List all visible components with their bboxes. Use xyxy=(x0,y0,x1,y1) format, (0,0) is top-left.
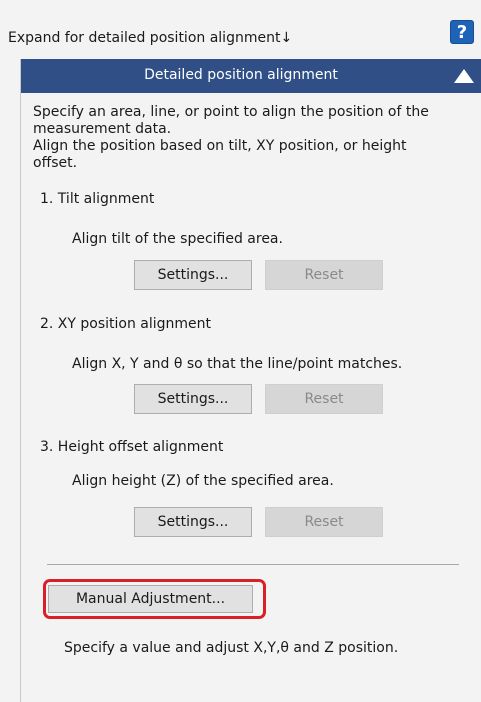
help-icon[interactable]: ? xyxy=(450,20,474,44)
description-line: Align the position based on tilt, XY pos… xyxy=(33,138,407,154)
height-offset-title: 3. Height offset alignment xyxy=(40,439,224,455)
panel-header[interactable]: Detailed position alignment xyxy=(21,59,481,93)
description-line: measurement data. xyxy=(33,121,172,137)
panel-title: Detailed position alignment xyxy=(144,67,338,83)
xy-alignment-description: Align X, Y and θ so that the line/point … xyxy=(72,356,403,372)
xy-alignment-title: 2. XY position alignment xyxy=(40,316,212,332)
height-reset-button[interactable]: Reset xyxy=(265,507,383,537)
position-alignment-page: Expand for detailed position alignment↓ … xyxy=(0,0,481,702)
description-line: Specify an area, line, or point to align… xyxy=(33,104,429,120)
description-line: offset. xyxy=(33,155,78,171)
manual-adjustment-button[interactable]: Manual Adjustment... xyxy=(48,585,253,613)
panel-description: Specify an area, line, or point to align… xyxy=(33,104,478,172)
tilt-alignment-description: Align tilt of the specified area. xyxy=(72,231,283,247)
xy-reset-button[interactable]: Reset xyxy=(265,384,383,414)
tilt-reset-button[interactable]: Reset xyxy=(265,260,383,290)
tilt-alignment-title: 1. Tilt alignment xyxy=(40,191,155,207)
section-divider xyxy=(47,564,459,565)
tilt-settings-button[interactable]: Settings... xyxy=(134,260,252,290)
height-offset-description: Align height (Z) of the specified area. xyxy=(72,473,334,489)
collapse-up-icon[interactable] xyxy=(454,69,474,83)
xy-settings-button[interactable]: Settings... xyxy=(134,384,252,414)
height-settings-button[interactable]: Settings... xyxy=(134,507,252,537)
expand-detailed-alignment-link[interactable]: Expand for detailed position alignment↓ xyxy=(8,29,292,47)
manual-adjustment-description: Specify a value and adjust X,Y,θ and Z p… xyxy=(64,640,399,656)
detailed-alignment-panel: Detailed position alignment Specify an a… xyxy=(20,59,481,702)
